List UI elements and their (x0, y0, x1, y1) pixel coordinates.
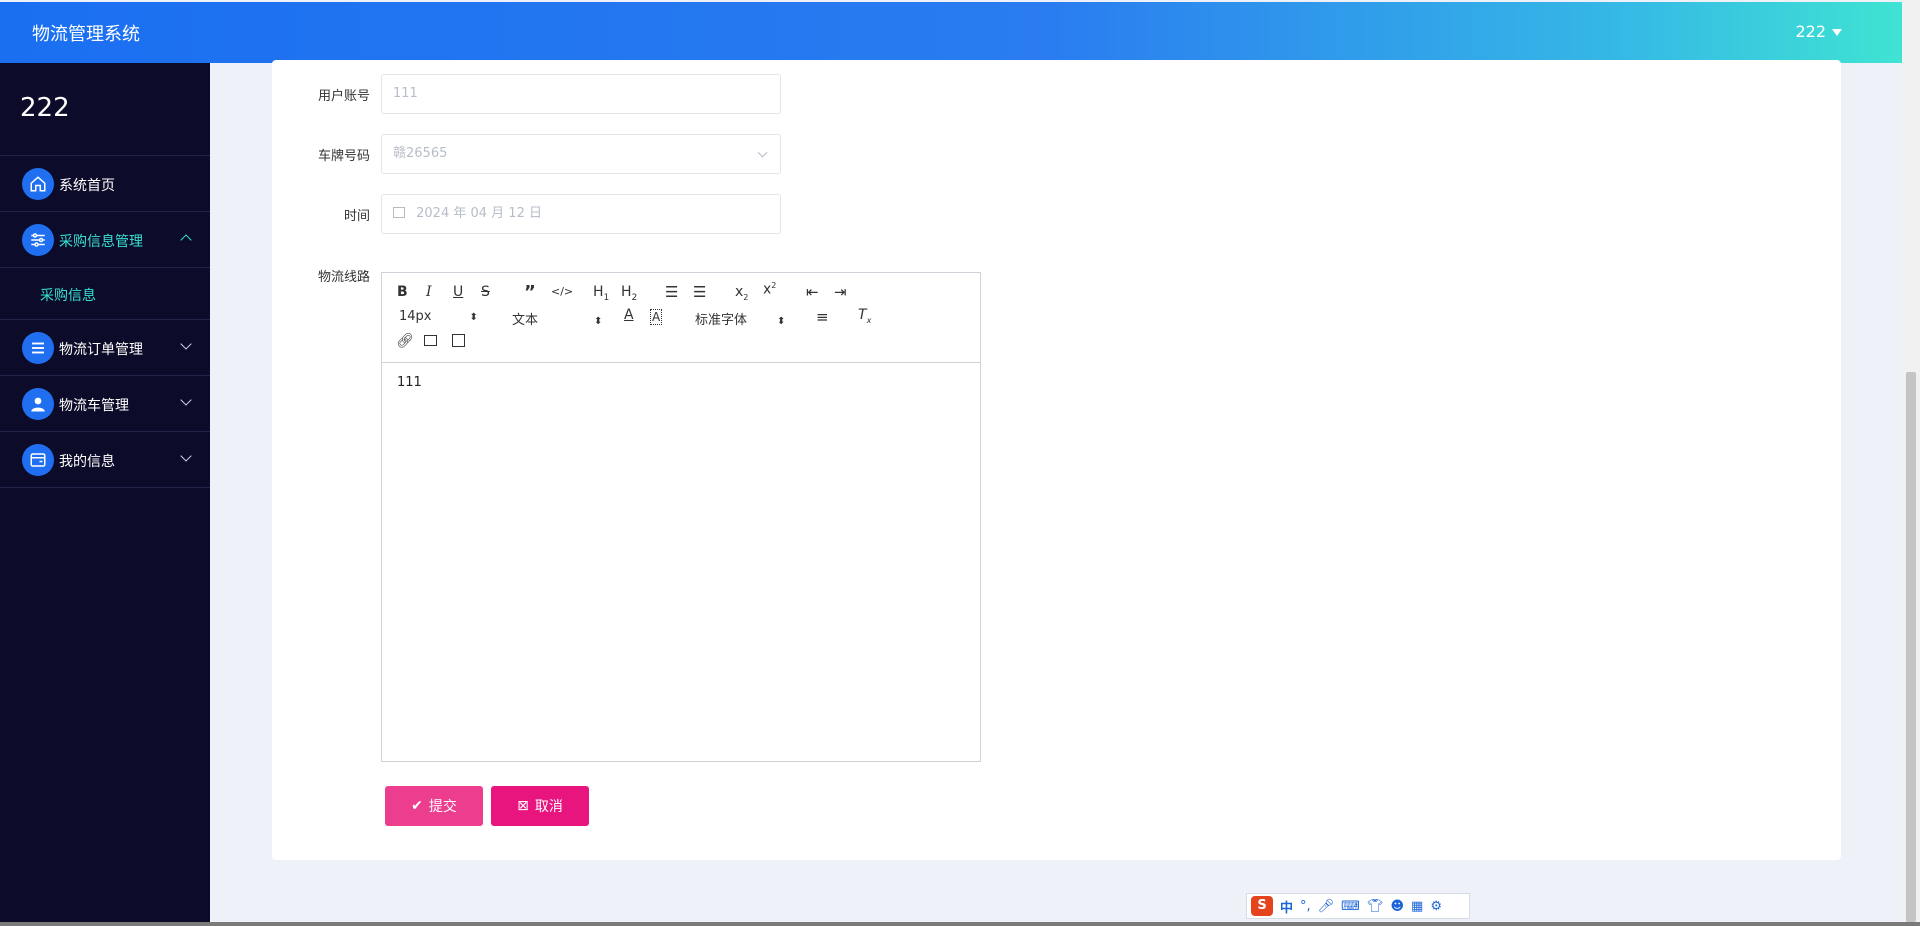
align-icon[interactable]: ≡ (816, 308, 829, 326)
user-icon (22, 388, 54, 420)
sidebar-item-label: 采购信息管理 (59, 234, 143, 250)
bold-icon[interactable]: B (397, 284, 408, 300)
link-icon[interactable]: 🔗︎ (396, 333, 414, 349)
cancel-button[interactable]: ⊠ 取消 (491, 786, 589, 826)
sidebar-item-label: 物流车管理 (59, 398, 129, 414)
underline-icon[interactable]: U (453, 284, 463, 300)
account-label: 用户账号 (317, 89, 370, 104)
sidebar-item-order-management[interactable]: 物流订单管理 (0, 320, 210, 376)
blockquote-icon[interactable]: ” (524, 282, 536, 303)
submit-label: 提交 (428, 799, 457, 815)
caret-down-icon[interactable] (1832, 29, 1842, 36)
font-family-select[interactable]: 标准字体 ⬍ (695, 309, 785, 328)
account-value: 111 (393, 86, 418, 101)
ime-mode[interactable]: 中 (1280, 897, 1293, 916)
plate-select[interactable]: 赣26565 (381, 134, 781, 174)
check-icon: ✔ (411, 798, 423, 814)
heading2-icon[interactable]: H2 (621, 284, 637, 303)
user-menu[interactable]: 222 (1795, 22, 1842, 41)
sidebar-brand: 222 (0, 63, 210, 156)
sidebar-item-truck-management[interactable]: 物流车管理 (0, 376, 210, 432)
plate-value: 赣26565 (393, 146, 448, 161)
outdent-icon[interactable]: ⇤ (806, 283, 819, 301)
scrollbar-thumb[interactable] (1906, 372, 1916, 922)
indent-icon[interactable]: ⇥ (834, 283, 847, 301)
close-box-icon: ⊠ (517, 798, 529, 814)
date-picker[interactable]: 2024 年 04 月 12 日 (381, 194, 781, 234)
superscript-icon[interactable]: x2 (763, 281, 776, 298)
settings-icon[interactable]: ⚙︎ (1430, 899, 1442, 914)
window-bottom-edge (0, 922, 1920, 926)
sidebar-item-label: 我的信息 (59, 454, 115, 470)
heading1-icon[interactable]: H1 (593, 284, 609, 303)
sliders-icon (22, 224, 54, 256)
home-icon (22, 168, 54, 200)
page-scrollbar[interactable] (1902, 0, 1920, 926)
punctuation-icon[interactable]: °, (1300, 899, 1311, 914)
sidebar-item-home[interactable]: 系统首页 (0, 156, 210, 212)
chevron-down-icon (180, 338, 192, 350)
clear-format-icon[interactable]: Tx (858, 307, 871, 325)
sogou-logo-icon: S (1251, 896, 1273, 916)
background-color-icon[interactable]: A (650, 309, 663, 325)
italic-icon[interactable]: I (426, 284, 432, 300)
skin-icon[interactable]: 👕︎ (1367, 899, 1384, 914)
image-icon[interactable] (424, 335, 437, 346)
text-color-icon[interactable]: A (624, 307, 634, 323)
video-icon[interactable] (452, 334, 465, 347)
plate-label: 车牌号码 (317, 149, 370, 164)
chevron-up-icon (180, 234, 192, 246)
sidebar-subitem-label[interactable]: 采购信息 (40, 285, 96, 305)
rich-text-editor[interactable]: B I U S ” </> H1 H2 ☰ ☰ x2 x2 ⇤ ⇥ 14px ⬍ … (381, 272, 981, 762)
sidebar-item-my-info[interactable]: 我的信息 (0, 432, 210, 488)
time-label: 时间 (343, 209, 370, 224)
chevron-down-icon (180, 450, 192, 462)
list-icon (22, 332, 54, 364)
code-icon[interactable]: </> (551, 285, 573, 298)
date-value: 2024 年 04 月 12 日 (416, 206, 542, 221)
sidebar: 222 系统首页 采购信息管理 采购信息 物流订单管理 物流车管理 我的信息 (0, 63, 210, 926)
sidebar-subitem-purchase-info[interactable]: 采购信息 (0, 268, 210, 320)
route-label: 物流线路 (317, 270, 370, 285)
app-title: 物流管理系统 (32, 24, 140, 45)
sidebar-item-label: 物流订单管理 (59, 342, 143, 358)
bullet-list-icon[interactable]: ☰ (693, 283, 706, 301)
chevron-down-icon (757, 147, 768, 158)
font-size-select[interactable]: 14px ⬍ (399, 309, 478, 324)
card-icon (22, 444, 54, 476)
calendar-icon (393, 207, 405, 218)
format-select[interactable]: 文本 ⬍ (512, 309, 602, 328)
editor-toolbar: B I U S ” </> H1 H2 ☰ ☰ x2 x2 ⇤ ⇥ 14px ⬍ … (382, 273, 980, 363)
keyboard-icon[interactable]: ⌨︎ (1341, 899, 1360, 914)
top-header: 物流管理系统 222 (0, 2, 1902, 63)
sidebar-item-purchase-management[interactable]: 采购信息管理 (0, 212, 210, 268)
robot-icon[interactable]: ☻ (1390, 899, 1404, 914)
cancel-label: 取消 (534, 799, 563, 815)
strikethrough-icon[interactable]: S (481, 284, 490, 300)
username[interactable]: 222 (1795, 22, 1826, 41)
chevron-down-icon (180, 394, 192, 406)
ordered-list-icon[interactable]: ☰ (665, 283, 678, 301)
microphone-icon[interactable]: 🎤︎ (1318, 899, 1335, 914)
ime-toolbar[interactable]: S 中 °, 🎤︎ ⌨︎ 👕︎ ☻ ▦ ⚙︎ (1246, 893, 1470, 919)
subscript-icon[interactable]: x2 (735, 284, 748, 302)
submit-button[interactable]: ✔ 提交 (385, 786, 483, 826)
sidebar-item-label: 系统首页 (59, 178, 115, 194)
editor-content[interactable]: 111 (382, 363, 980, 402)
apps-icon[interactable]: ▦ (1411, 899, 1423, 914)
account-field[interactable]: 111 (381, 74, 781, 114)
